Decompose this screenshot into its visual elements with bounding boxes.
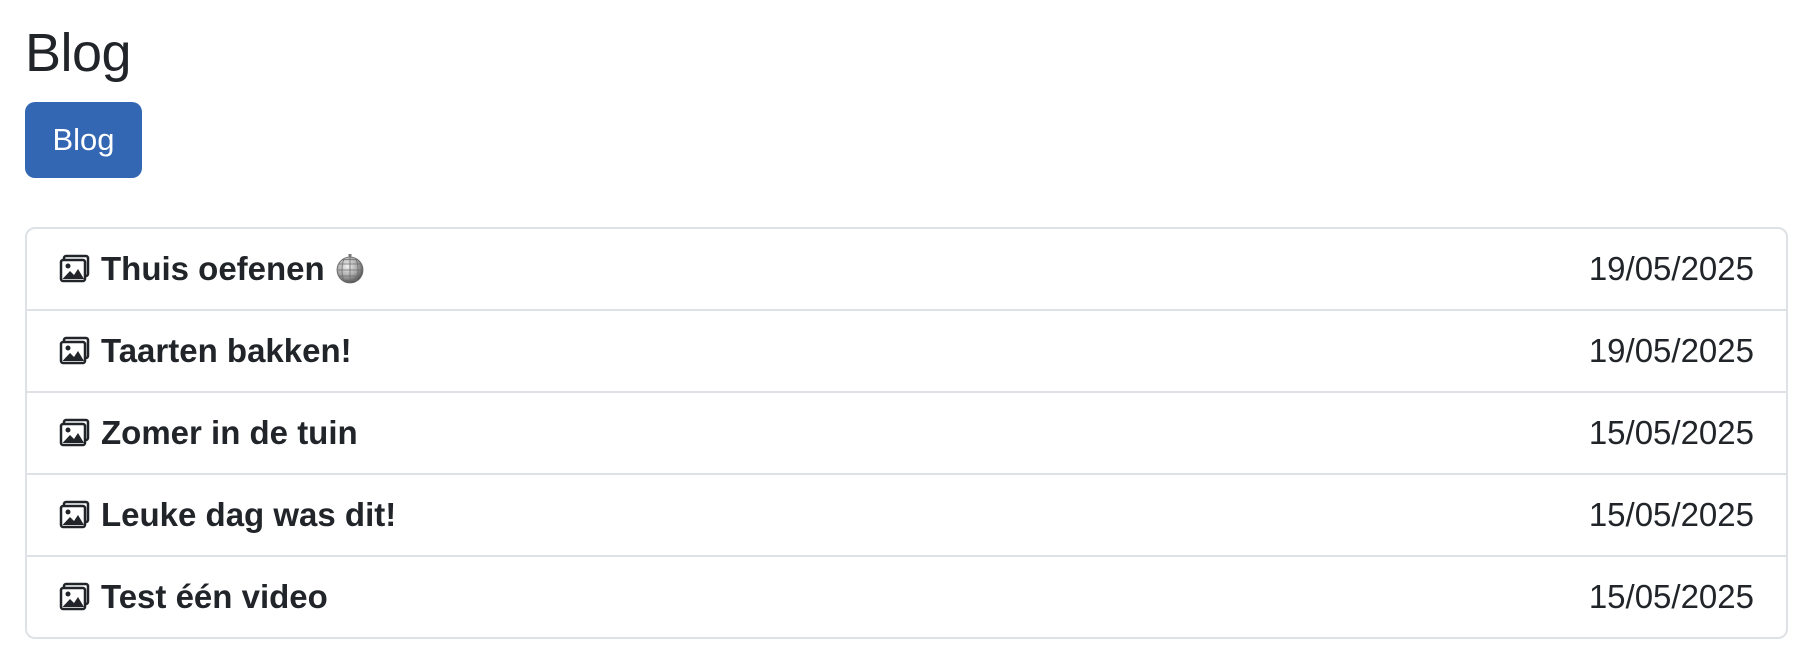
post-date: 15/05/2025 bbox=[1588, 578, 1754, 615]
page: Blog Blog Thuis oefenen 19/05/2025 Taart… bbox=[25, 20, 1788, 639]
post-title: Test één video bbox=[101, 578, 328, 615]
post-date: 15/05/2025 bbox=[1588, 414, 1754, 451]
post-list: Thuis oefenen 19/05/2025 Taarten bakken!… bbox=[25, 227, 1788, 639]
image-icon bbox=[59, 418, 90, 447]
list-item[interactable]: Test één video 15/05/2025 bbox=[27, 555, 1786, 637]
post-date: 19/05/2025 bbox=[1588, 250, 1754, 287]
image-icon bbox=[59, 336, 90, 365]
post-title: Leuke dag was dit! bbox=[101, 496, 397, 533]
post-title: Zomer in de tuin bbox=[101, 414, 358, 451]
post-date: 19/05/2025 bbox=[1588, 332, 1754, 369]
image-icon bbox=[59, 254, 90, 283]
list-item[interactable]: Taarten bakken! 19/05/2025 bbox=[27, 309, 1786, 391]
list-item[interactable]: Thuis oefenen 19/05/2025 bbox=[27, 229, 1786, 309]
image-icon bbox=[59, 500, 90, 529]
post-title-group: Zomer in de tuin bbox=[59, 414, 358, 452]
blog-button[interactable]: Blog bbox=[25, 102, 142, 178]
list-item[interactable]: Leuke dag was dit! 15/05/2025 bbox=[27, 473, 1786, 555]
disco-ball-icon bbox=[336, 254, 364, 284]
post-title: Taarten bakken! bbox=[101, 332, 352, 369]
post-title-group: Taarten bakken! bbox=[59, 332, 352, 370]
post-date: 15/05/2025 bbox=[1588, 496, 1754, 533]
list-item[interactable]: Zomer in de tuin 15/05/2025 bbox=[27, 391, 1786, 473]
post-title: Thuis oefenen bbox=[101, 250, 325, 287]
post-title-group: Leuke dag was dit! bbox=[59, 496, 396, 534]
post-title-group: Test één video bbox=[59, 578, 328, 616]
post-title-group: Thuis oefenen bbox=[59, 250, 365, 288]
image-icon bbox=[59, 582, 90, 611]
page-title: Blog bbox=[25, 23, 132, 83]
